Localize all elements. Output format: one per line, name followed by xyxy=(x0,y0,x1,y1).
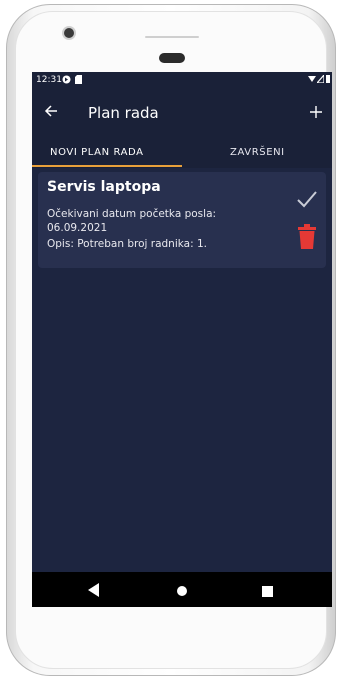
signal-icon xyxy=(315,73,325,86)
recents-square-icon xyxy=(262,586,273,597)
earpiece-speaker xyxy=(159,53,185,63)
tab-bar: NOVI PLAN RADA ZAVRŠENI xyxy=(32,138,332,168)
nav-back-button[interactable] xyxy=(88,582,100,601)
page-title: Plan rada xyxy=(88,104,159,122)
plus-icon xyxy=(310,106,322,118)
card-start-date-value: 06.09.2021 xyxy=(47,222,108,234)
wifi-icon xyxy=(308,75,316,86)
card-title: Servis laptopa xyxy=(47,179,161,195)
card-description: Opis: Potreban broj radnika: 1. xyxy=(47,238,207,250)
front-camera xyxy=(64,28,74,38)
check-icon[interactable] xyxy=(294,186,320,212)
back-triangle-icon xyxy=(88,583,99,597)
tab-novi-plan-rada[interactable]: NOVI PLAN RADA xyxy=(50,147,144,158)
app-screen: 12:31 Plan rada NOVI PLAN RADA ZAVRŠENI … xyxy=(32,72,332,607)
status-bar: 12:31 xyxy=(32,72,332,88)
android-nav-bar xyxy=(32,572,332,607)
notification-icon xyxy=(62,75,71,87)
sd-card-icon xyxy=(75,75,82,87)
sensor-line xyxy=(145,36,199,38)
add-button[interactable] xyxy=(310,99,322,123)
card-start-date-label: Očekivani datum početka posla: xyxy=(47,208,217,220)
trash-icon[interactable] xyxy=(298,224,316,250)
home-circle-icon xyxy=(177,586,187,596)
arrow-left-icon xyxy=(44,105,57,117)
tab-zavrseni[interactable]: ZAVRŠENI xyxy=(230,147,285,158)
status-time: 12:31 xyxy=(36,75,62,85)
nav-home-button[interactable] xyxy=(176,582,188,601)
nav-recents-button[interactable] xyxy=(262,582,273,601)
work-plan-card[interactable]: Servis laptopa Očekivani datum početka p… xyxy=(38,172,326,268)
active-tab-indicator xyxy=(32,165,182,167)
battery-icon xyxy=(326,75,330,86)
back-button[interactable] xyxy=(44,102,58,123)
